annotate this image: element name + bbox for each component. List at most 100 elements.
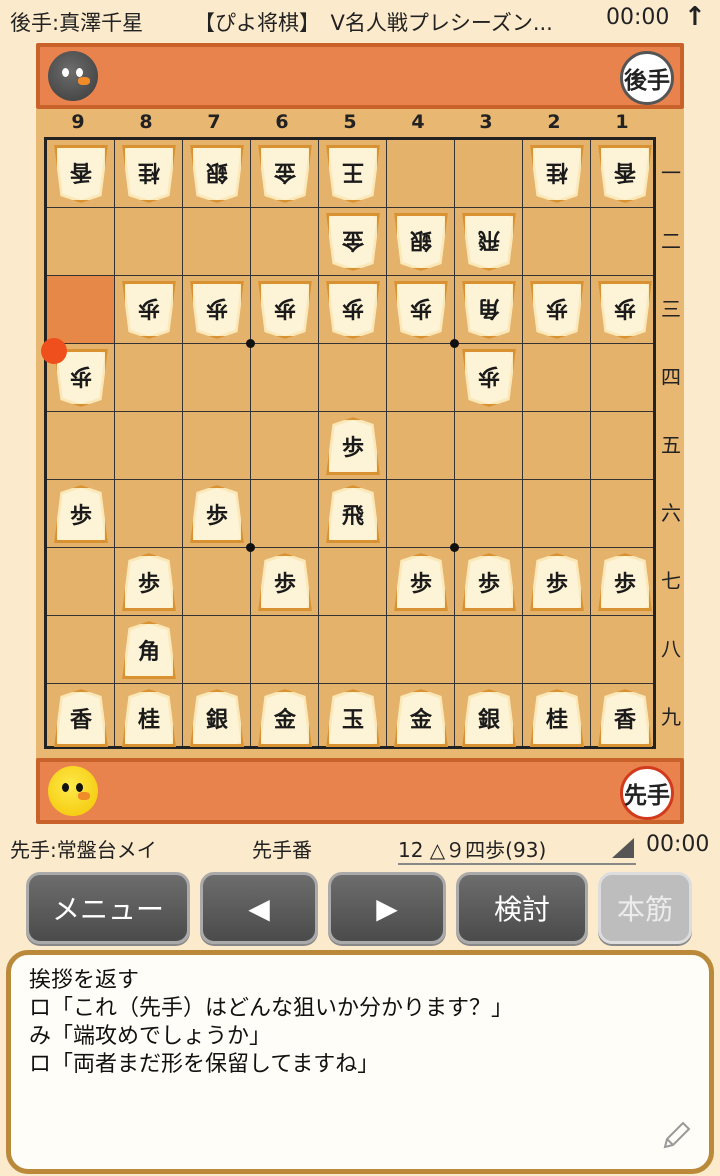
- piece-label: 歩: [69, 504, 92, 529]
- piece-label: 歩: [478, 363, 501, 388]
- piece-label: 銀: [477, 708, 500, 733]
- yellow-chick-avatar-icon: [48, 766, 98, 816]
- shogi-piece[interactable]: 香: [598, 689, 652, 747]
- shogi-piece[interactable]: 飛: [326, 485, 380, 543]
- piece-label: 桂: [545, 708, 568, 733]
- shogi-piece[interactable]: 金: [394, 689, 448, 747]
- shogi-piece[interactable]: 金: [258, 689, 312, 747]
- shogi-piece[interactable]: 歩: [258, 281, 312, 339]
- up-arrow-icon[interactable]: ↑: [684, 2, 706, 32]
- grid-line: [47, 207, 653, 208]
- rank-labels: 一二三四五六七八九: [658, 137, 684, 749]
- file-label: 3: [479, 111, 493, 133]
- shogi-piece[interactable]: 銀: [190, 145, 244, 203]
- shogi-piece[interactable]: 歩: [54, 485, 108, 543]
- shogi-piece[interactable]: 歩: [190, 485, 244, 543]
- shogi-piece[interactable]: 香: [54, 145, 108, 203]
- shogi-piece[interactable]: 金: [326, 213, 380, 271]
- shogi-board[interactable]: 香桂銀金王桂香金銀飛歩歩歩歩歩角歩歩歩歩歩歩歩飛歩歩歩歩歩歩角香桂銀金玉金銀桂香: [41, 137, 656, 749]
- piece-label: 銀: [205, 708, 228, 733]
- shogi-piece[interactable]: 桂: [530, 689, 584, 747]
- piece-label: 歩: [614, 295, 637, 320]
- shogi-piece[interactable]: 歩: [122, 281, 176, 339]
- shogi-piece[interactable]: 歩: [394, 281, 448, 339]
- match-title: 【ぴよ将棋】 V名人戦プレシーズン...: [194, 11, 553, 35]
- shogi-piece[interactable]: 玉: [326, 689, 380, 747]
- pencil-icon[interactable]: [659, 1119, 693, 1153]
- grid-line: [47, 411, 653, 412]
- piece-label: 桂: [546, 159, 569, 184]
- turn-indicator: 先手番: [252, 838, 312, 862]
- grid-line: [250, 140, 251, 746]
- piece-label: 歩: [546, 295, 569, 320]
- star-point: [246, 543, 255, 552]
- shogi-piece[interactable]: 歩: [598, 281, 652, 339]
- piece-label: 歩: [70, 363, 93, 388]
- shogi-piece[interactable]: 歩: [462, 349, 516, 407]
- piece-label: 香: [69, 708, 92, 733]
- next-move-button[interactable]: ▶: [328, 872, 446, 944]
- shogi-piece[interactable]: 桂: [122, 689, 176, 747]
- shogi-piece[interactable]: 歩: [394, 553, 448, 611]
- shogi-piece[interactable]: 歩: [326, 417, 380, 475]
- piece-label: 歩: [274, 295, 297, 320]
- piece-label: 歩: [273, 572, 296, 597]
- shogi-piece[interactable]: 桂: [122, 145, 176, 203]
- shogi-piece[interactable]: 銀: [190, 689, 244, 747]
- piece-label: 歩: [342, 295, 365, 320]
- shogi-piece[interactable]: 角: [122, 621, 176, 679]
- grid-line: [454, 140, 455, 746]
- sente-badge: 先手: [620, 766, 674, 820]
- piece-label: 歩: [410, 295, 433, 320]
- top-bar: 後手:真澤千星 【ぴよ将棋】 V名人戦プレシーズン... 00:00 ↑: [0, 0, 720, 40]
- rank-label: 七: [661, 569, 681, 593]
- last-move-origin-highlight: [47, 276, 114, 343]
- rank-label: 三: [661, 297, 681, 321]
- move-record-select[interactable]: 12 △９四歩(93): [398, 834, 636, 865]
- sente-clock: 00:00: [646, 832, 710, 857]
- star-point: [450, 543, 459, 552]
- shogi-piece[interactable]: 歩: [598, 553, 652, 611]
- shogi-piece[interactable]: 歩: [462, 553, 516, 611]
- file-label: 9: [71, 111, 85, 133]
- black-chick-avatar-icon: [48, 51, 98, 101]
- menu-button[interactable]: メニュー: [26, 872, 190, 944]
- grid-line: [47, 683, 653, 684]
- file-label: 6: [275, 111, 289, 133]
- piece-label: 歩: [138, 295, 161, 320]
- piece-label: 歩: [409, 572, 432, 597]
- prev-move-button[interactable]: ◀: [200, 872, 318, 944]
- shogi-piece[interactable]: 銀: [394, 213, 448, 271]
- study-button[interactable]: 検討: [456, 872, 588, 944]
- shogi-piece[interactable]: 香: [598, 145, 652, 203]
- shogi-piece[interactable]: 歩: [530, 553, 584, 611]
- shogi-piece[interactable]: 歩: [190, 281, 244, 339]
- piece-label: 飛: [478, 227, 501, 252]
- shogi-piece[interactable]: 香: [54, 689, 108, 747]
- gote-player-name: 後手:真澤千星: [10, 11, 144, 35]
- shogi-piece[interactable]: 王: [326, 145, 380, 203]
- dropdown-triangle-icon[interactable]: [612, 838, 634, 858]
- comment-line: み「端攻めでしょうか」: [29, 1024, 272, 1049]
- grid-line: [386, 140, 387, 746]
- shogi-piece[interactable]: 桂: [530, 145, 584, 203]
- rank-label: 五: [661, 433, 681, 457]
- shogi-piece[interactable]: 銀: [462, 689, 516, 747]
- grid-line: [182, 140, 183, 746]
- shogi-piece[interactable]: 歩: [258, 553, 312, 611]
- mainline-button[interactable]: 本筋: [598, 872, 692, 944]
- piece-label: 銀: [410, 227, 433, 252]
- shogi-piece[interactable]: 飛: [462, 213, 516, 271]
- shogi-piece[interactable]: 角: [462, 281, 516, 339]
- last-move-marker: [41, 338, 67, 364]
- rank-label: 四: [661, 365, 681, 389]
- comment-box[interactable]: 挨拶を返す ロ「これ（先手）はどんな狙いか分かります？」 み「端攻めでしょうか」…: [6, 950, 714, 1174]
- control-buttons: メニュー ◀ ▶ 検討 本筋: [26, 872, 694, 946]
- piece-label: 香: [614, 159, 637, 184]
- shogi-piece[interactable]: 歩: [530, 281, 584, 339]
- shogi-piece[interactable]: 歩: [122, 553, 176, 611]
- shogi-piece[interactable]: 金: [258, 145, 312, 203]
- grid-line: [522, 140, 523, 746]
- shogi-piece[interactable]: 歩: [326, 281, 380, 339]
- star-point: [450, 339, 459, 348]
